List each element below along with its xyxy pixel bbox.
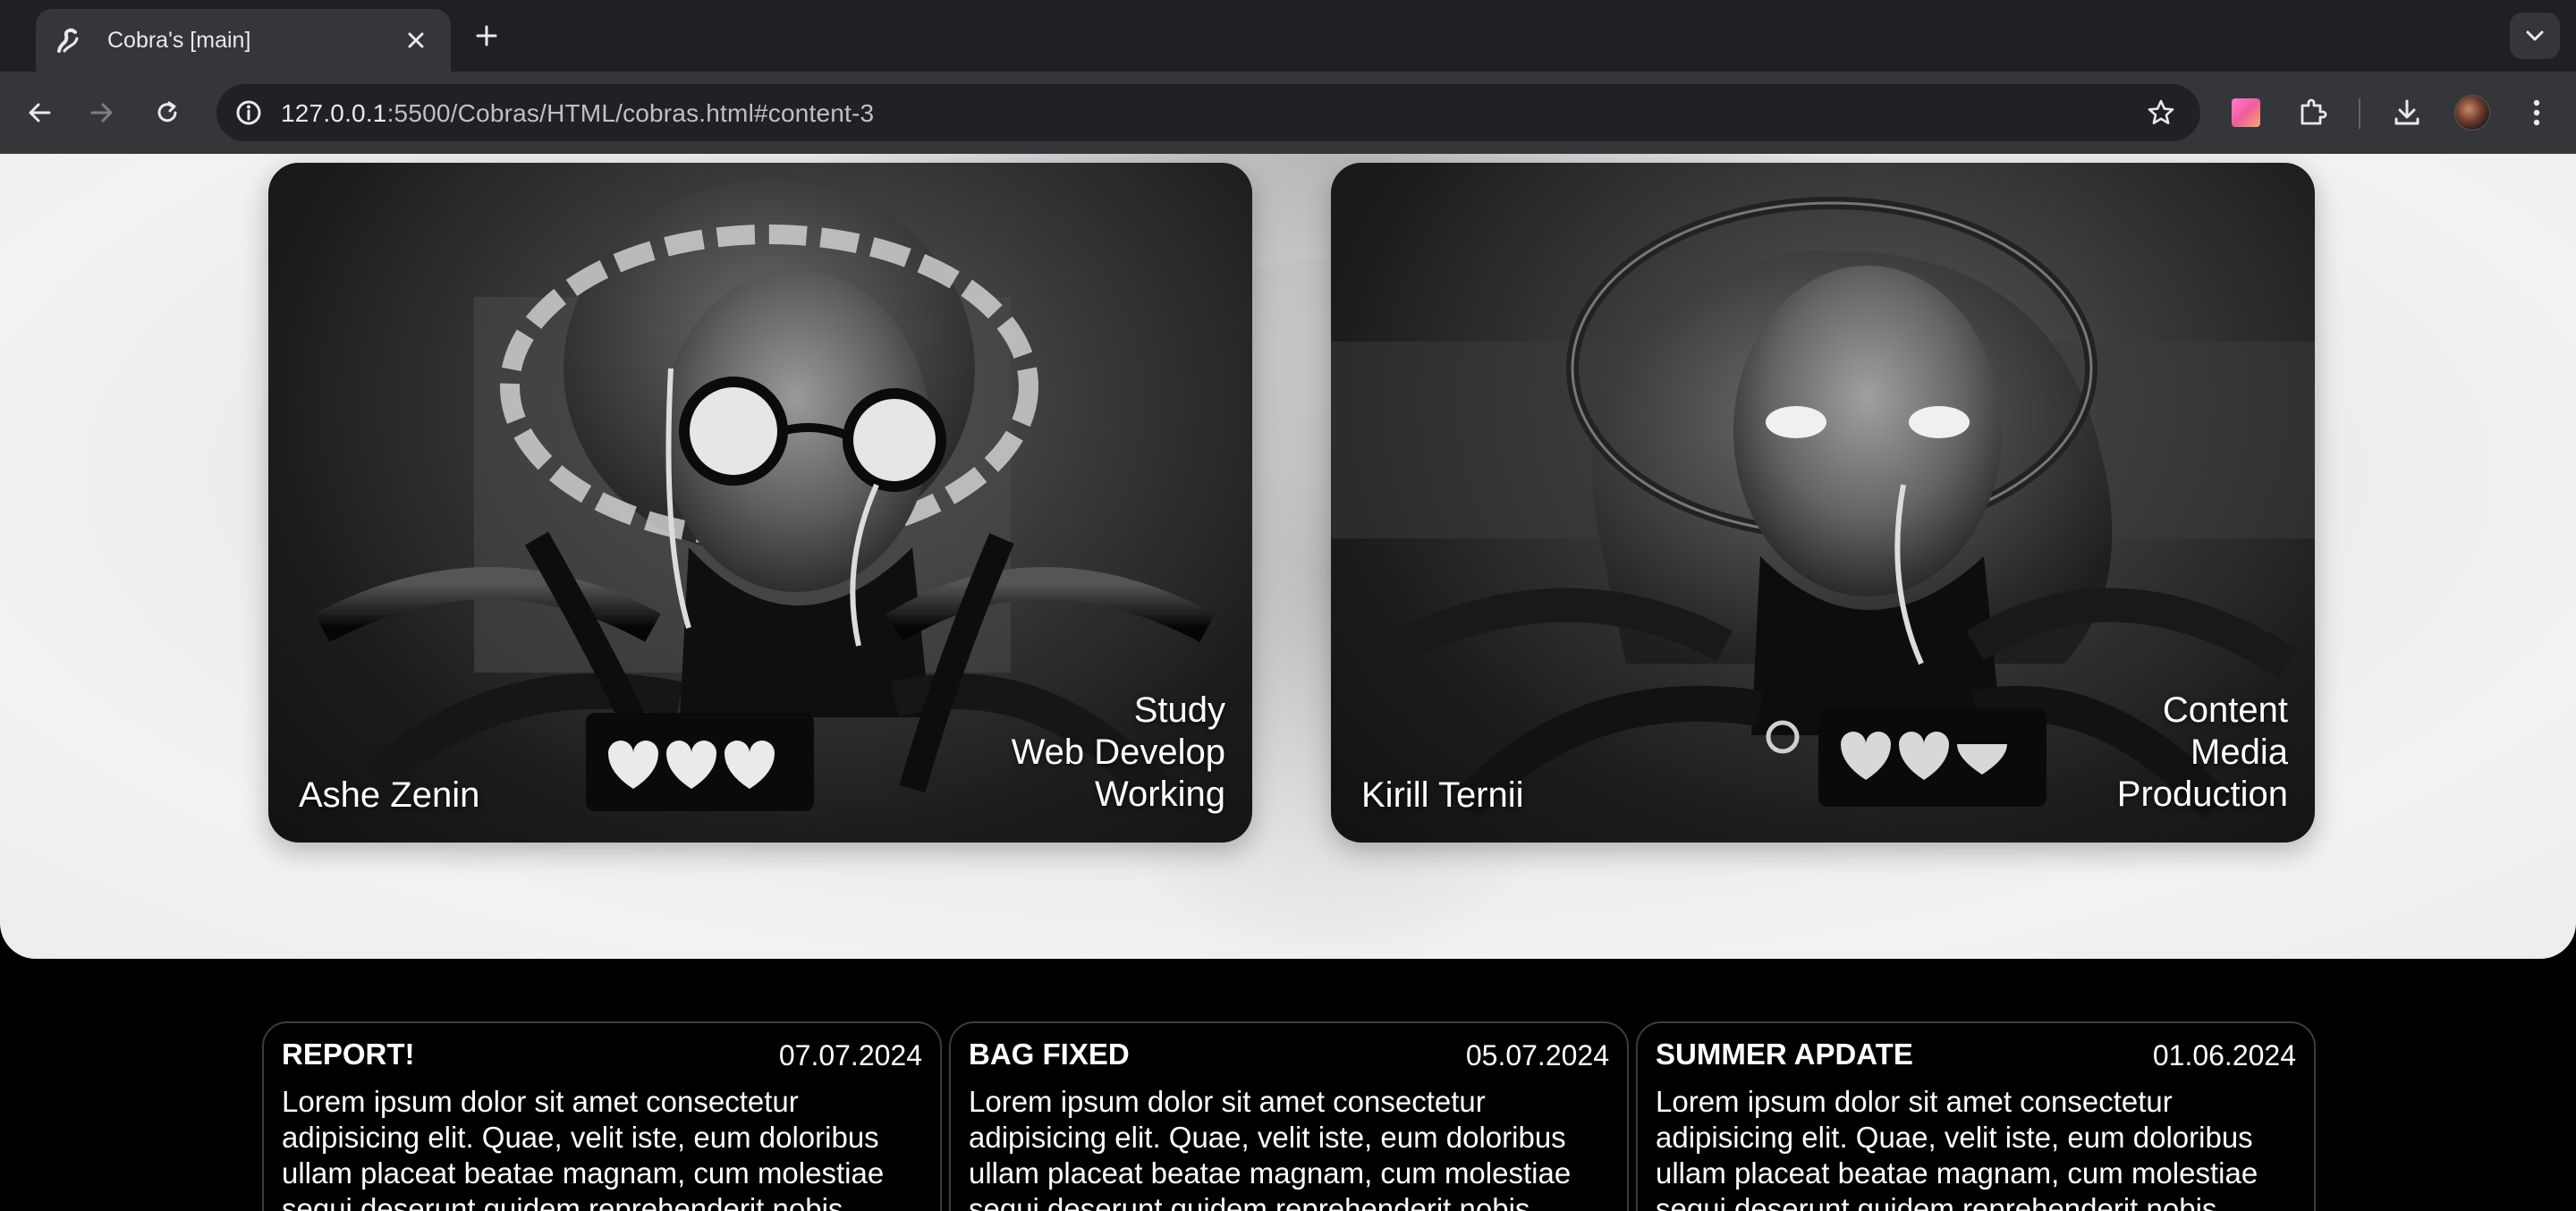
news-date: 05.07.2024 [1465,1039,1609,1071]
member-name: Ashe Zenin [299,775,480,815]
puzzle-icon[interactable] [2291,91,2334,134]
page-viewport: Ashe Zenin Study Web Develop Working Kir… [0,154,2576,1211]
cobra-icon [57,28,79,53]
plus-icon[interactable] [467,16,506,55]
member-role: Study [1133,690,1225,730]
news-title: REPORT! [282,1037,415,1071]
star-icon[interactable] [2141,93,2181,132]
member-role: Web Develop [1011,733,1225,772]
member-name: Kirill Ternii [1361,775,1524,815]
download-icon[interactable] [2385,91,2428,134]
member-role: Content [2162,690,2288,730]
news-card[interactable]: BAG FIXED 05.07.2024 Lorem ipsum dolor s… [949,1021,1629,1211]
news-body: Lorem ipsum dolor sit amet consectetur a… [282,1085,885,1211]
member-role: Production [2116,775,2288,814]
news-date: 07.07.2024 [778,1039,922,1071]
kebab-menu-icon[interactable] [2515,91,2558,134]
toolbar: 127.0.0.1:5500/Cobras/HTML/cobras.html#c… [0,72,2576,154]
news-title: SUMMER APDATE [1656,1037,1913,1071]
news-card[interactable]: REPORT! 07.07.2024 Lorem ipsum dolor sit… [262,1021,942,1211]
url-host: 127.0.0.1 [281,99,387,127]
member-role: Media [2190,733,2288,772]
address-bar[interactable]: 127.0.0.1:5500/Cobras/HTML/cobras.html#c… [216,84,2200,141]
reload-icon[interactable] [146,91,189,134]
member-roles: Content Media Production [2117,690,2288,816]
news-card[interactable]: SUMMER APDATE 01.06.2024 Lorem ipsum dol… [1636,1021,2316,1211]
color-extension-icon[interactable] [2224,91,2267,134]
news-body: Lorem ipsum dolor sit amet consectetur a… [969,1085,1572,1211]
tab-title: Cobra's [main] [107,27,251,53]
news-date: 01.06.2024 [2152,1039,2296,1071]
team-section: Ashe Zenin Study Web Develop Working Kir… [0,154,2576,959]
chevron-down-icon[interactable] [2510,13,2560,59]
close-icon[interactable] [399,23,433,57]
tab-strip: Cobra's [main] [0,0,2576,72]
url-text: 127.0.0.1:5500/Cobras/HTML/cobras.html#c… [281,99,874,128]
member-roles: Study Web Develop Working [1012,690,1225,816]
tab-cobras-main[interactable]: Cobra's [main] [36,9,451,72]
toolbar-divider [2359,98,2360,129]
news-title: BAG FIXED [969,1037,1130,1071]
team-card-kirill-ternii[interactable]: Kirill Ternii Content Media Production [1331,163,2315,843]
url-path: :5500/Cobras/HTML/cobras.html#content-3 [386,99,875,127]
arrow-right-icon[interactable] [80,91,123,134]
info-icon[interactable] [229,93,268,132]
arrow-left-icon[interactable] [18,91,61,134]
member-role: Working [1095,775,1225,814]
news-body: Lorem ipsum dolor sit amet consectetur a… [1656,1085,2258,1211]
team-card-ashe-zenin[interactable]: Ashe Zenin Study Web Develop Working [268,163,1252,843]
avatar[interactable] [2451,91,2494,134]
